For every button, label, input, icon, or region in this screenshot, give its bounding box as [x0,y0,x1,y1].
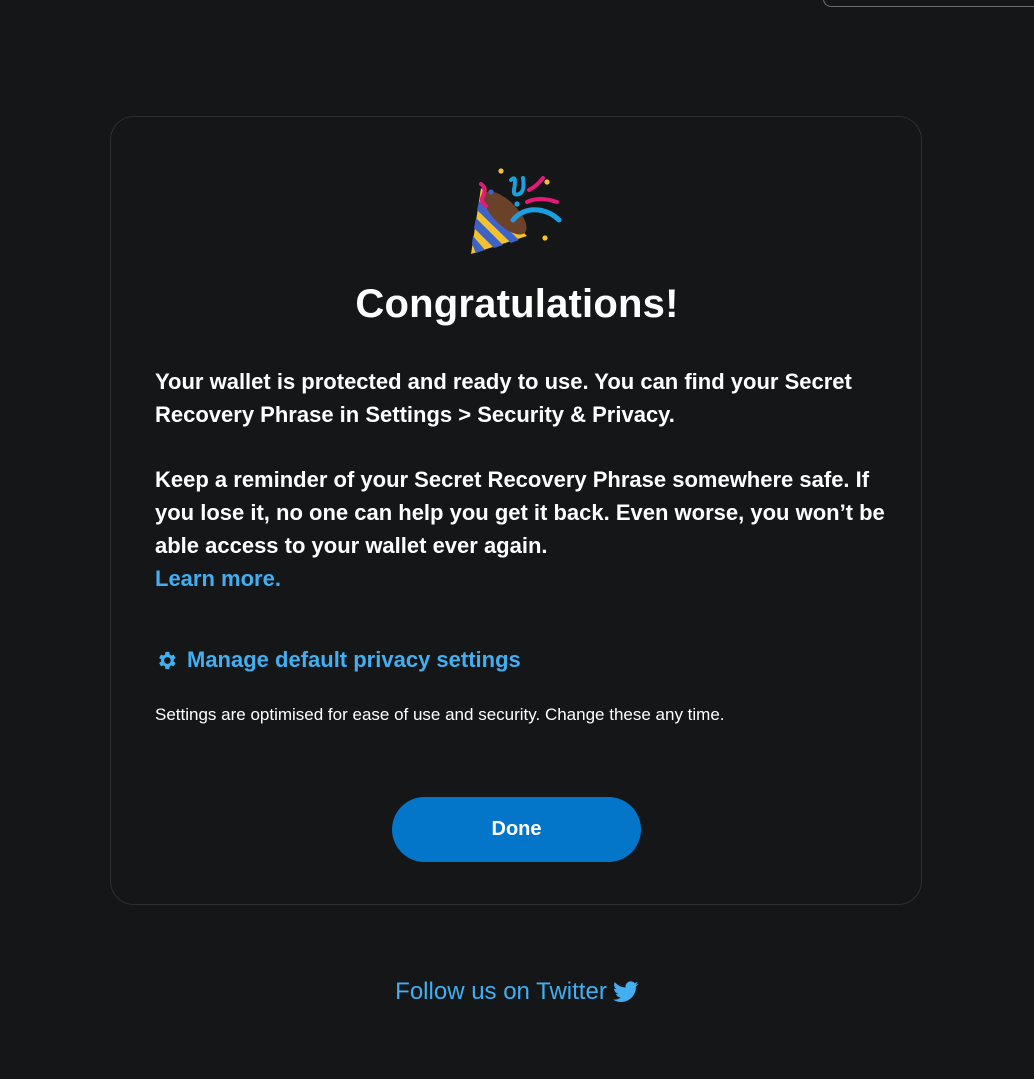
page-title: Congratulations! [355,282,679,326]
reminder-body: Keep a reminder of your Secret Recovery … [155,467,885,558]
party-popper-icon [471,168,562,254]
follow-twitter-link[interactable]: Follow us on Twitter [0,978,1034,1006]
reminder-text: Keep a reminder of your Secret Recovery … [155,463,895,595]
window-corner-outline [823,0,1034,7]
done-button[interactable]: Done [392,797,641,862]
manage-privacy-settings-link[interactable]: Manage default privacy settings [155,647,521,673]
wallet-protected-text: Your wallet is protected and ready to us… [155,365,895,431]
learn-more-link[interactable]: Learn more. [155,562,895,595]
follow-twitter-label: Follow us on Twitter [395,978,607,1005]
twitter-icon [612,981,639,1002]
privacy-settings-hint: Settings are optimised for ease of use a… [155,705,725,724]
manage-privacy-settings-label: Manage default privacy settings [187,647,521,672]
gear-icon [159,651,176,669]
settings-path-text: Settings > Security & Privacy. [365,402,675,427]
